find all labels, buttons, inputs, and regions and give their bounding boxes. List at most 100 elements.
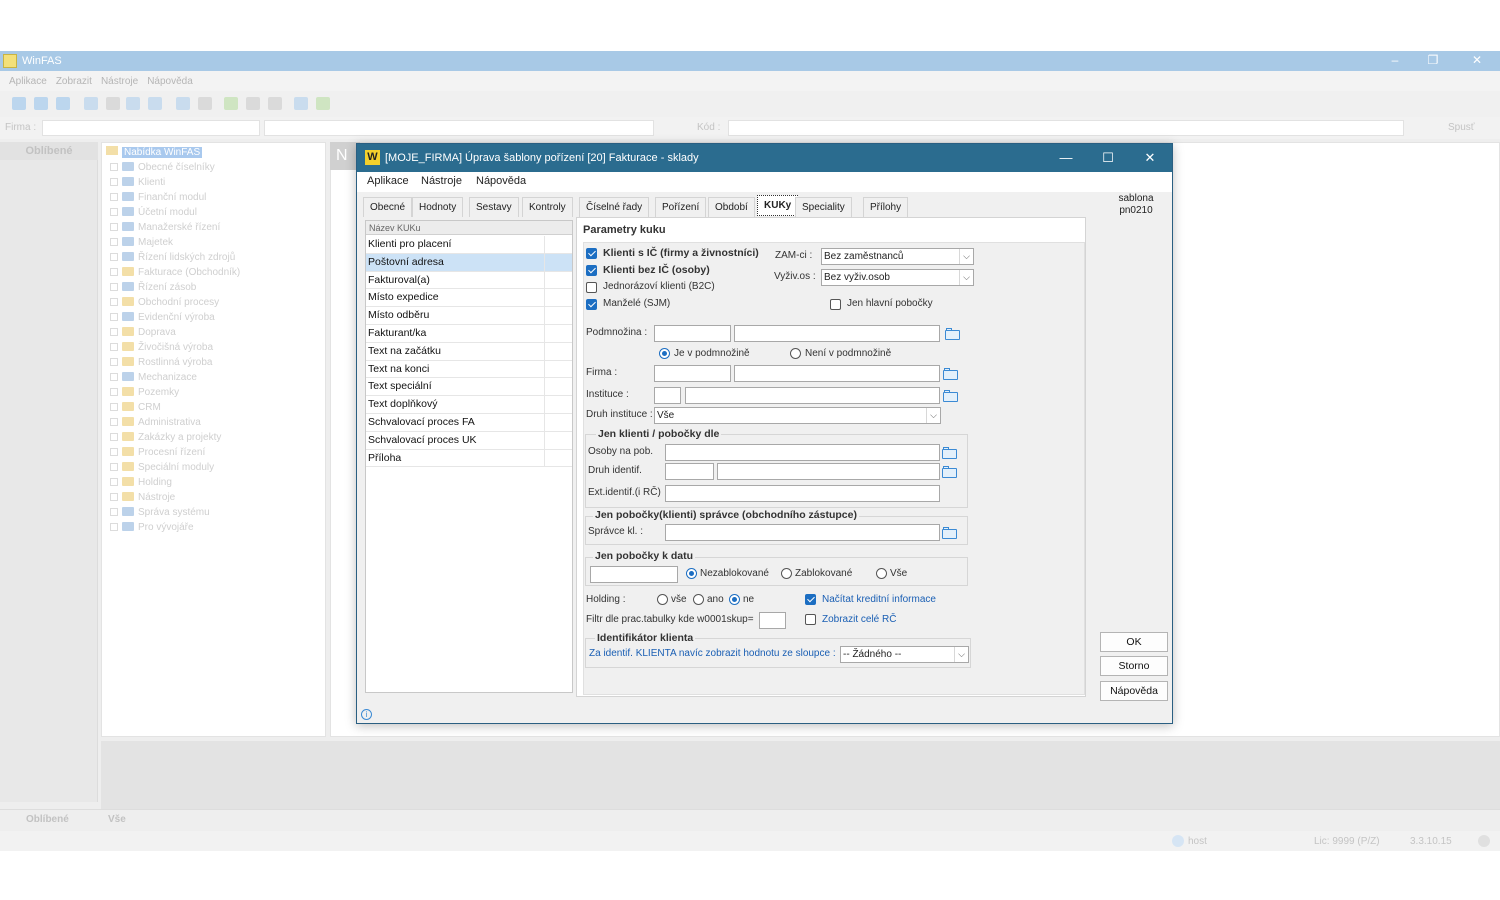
- firma-name-input[interactable]: [264, 120, 654, 136]
- tab-vse[interactable]: Vše: [108, 814, 126, 825]
- expand-icon[interactable]: [110, 463, 118, 471]
- tree-item[interactable]: Mechanizace: [110, 370, 197, 385]
- jednorazovi-checkbox[interactable]: [586, 282, 597, 293]
- run-button[interactable]: Spusť: [1448, 122, 1475, 133]
- expand-icon[interactable]: [110, 358, 118, 366]
- expand-icon[interactable]: [110, 403, 118, 411]
- dialog-menu-aplikace[interactable]: Aplikace: [367, 175, 409, 187]
- kreditni-checkbox[interactable]: [805, 594, 816, 605]
- identif-select[interactable]: -- Žádného -- ⌵: [840, 646, 969, 663]
- dialog-menu-napoveda[interactable]: Nápověda: [476, 175, 526, 187]
- minus-icon[interactable]: [246, 97, 260, 110]
- menu-zobrazit[interactable]: Zobrazit: [56, 76, 92, 87]
- tree-item[interactable]: Obecné číselníky: [110, 160, 215, 175]
- kuk-list-item[interactable]: Příloha: [366, 449, 572, 468]
- expand-icon[interactable]: [110, 448, 118, 456]
- dialog-menu-nastroje[interactable]: Nástroje: [421, 175, 462, 187]
- tree-root[interactable]: Nabídka WinFAS: [106, 145, 203, 160]
- menu-aplikace[interactable]: Aplikace: [9, 76, 47, 87]
- tree-item[interactable]: Zakázky a projekty: [110, 430, 221, 445]
- vyziv-select[interactable]: Bez vyživ.osob ⌵: [821, 269, 974, 286]
- expand-icon[interactable]: [110, 253, 118, 261]
- view-icon[interactable]: [12, 97, 26, 110]
- tab-hodnoty[interactable]: Hodnoty: [412, 197, 464, 217]
- window-icon[interactable]: [56, 97, 70, 110]
- klienti-ic-checkbox[interactable]: [586, 248, 597, 259]
- tree-item[interactable]: Administrativa: [110, 415, 201, 430]
- tree-item[interactable]: Rostlinná výroba: [110, 355, 212, 370]
- dialog-close-icon[interactable]: ✕: [1135, 150, 1165, 166]
- instituce-code-input[interactable]: [654, 387, 681, 404]
- upload-icon[interactable]: [148, 97, 162, 110]
- monitor-icon[interactable]: [294, 97, 308, 110]
- filtr-input[interactable]: [759, 612, 786, 629]
- firma-name-input[interactable]: [734, 365, 940, 382]
- hlavni-pobocky-checkbox[interactable]: [830, 299, 841, 310]
- tree-item[interactable]: Doprava: [110, 325, 176, 340]
- expand-icon[interactable]: [110, 493, 118, 501]
- instituce-name-input[interactable]: [685, 387, 940, 404]
- close-icon[interactable]: ✕: [1462, 53, 1492, 69]
- expand-icon[interactable]: [110, 373, 118, 381]
- holding-ne-radio[interactable]: [729, 594, 740, 605]
- holding-vse-radio[interactable]: [657, 594, 668, 605]
- nezablokovane-radio[interactable]: [686, 568, 697, 579]
- je-v-podmnozine-radio[interactable]: [659, 348, 670, 359]
- tree-item[interactable]: Obchodní procesy: [110, 295, 219, 310]
- tree-item[interactable]: Účetní modul: [110, 205, 197, 220]
- zablokovane-radio[interactable]: [781, 568, 792, 579]
- kuk-list-item[interactable]: Fakturoval(a): [366, 271, 572, 290]
- grid-icon[interactable]: [34, 97, 48, 110]
- expand-icon[interactable]: [110, 298, 118, 306]
- kuk-list-item[interactable]: Schvalovací proces FA: [366, 414, 572, 432]
- folder-open-icon[interactable]: [942, 446, 958, 459]
- tab-oblibene[interactable]: Oblíbené: [26, 814, 69, 825]
- druh-identif-code-input[interactable]: [665, 463, 714, 480]
- copy-icon[interactable]: [106, 97, 120, 110]
- expand-icon[interactable]: [110, 178, 118, 186]
- settings-icon[interactable]: [268, 97, 282, 110]
- tab-kuky[interactable]: KUKy: [757, 195, 799, 216]
- kuk-list-item[interactable]: Klienti pro placení: [366, 236, 572, 254]
- expand-icon[interactable]: [110, 433, 118, 441]
- zam-select[interactable]: Bez zaměstnanců ⌵: [821, 248, 974, 265]
- menu-napoveda[interactable]: Nápověda: [147, 76, 193, 87]
- kuk-list-item[interactable]: Text na konci: [366, 360, 572, 379]
- tree-item[interactable]: Manažerské řízení: [110, 220, 220, 235]
- folder-open-icon[interactable]: [943, 367, 959, 380]
- ext-identif-input[interactable]: [665, 485, 940, 502]
- folder-open-icon[interactable]: [945, 327, 961, 340]
- dialog-minimize-icon[interactable]: —: [1051, 150, 1081, 166]
- tree-item[interactable]: Řízení lidských zdrojů: [110, 250, 235, 265]
- tab-speciality[interactable]: Speciality: [795, 197, 852, 217]
- expand-icon[interactable]: [110, 268, 118, 276]
- minimize-icon[interactable]: –: [1380, 53, 1410, 69]
- expand-icon[interactable]: [110, 313, 118, 321]
- ok-button[interactable]: OK: [1100, 632, 1168, 652]
- tree-item[interactable]: Majetek: [110, 235, 173, 250]
- expand-icon[interactable]: [110, 193, 118, 201]
- tree-item[interactable]: Pozemky: [110, 385, 179, 400]
- kuk-list-item[interactable]: Místo odběru: [366, 307, 572, 325]
- kuk-list-item[interactable]: Text doplňkový: [366, 396, 572, 414]
- storno-button[interactable]: Storno: [1100, 656, 1168, 676]
- restore-icon[interactable]: ❐: [1418, 53, 1448, 69]
- tab-ciselne-rady[interactable]: Číselné řady: [579, 197, 650, 217]
- tab-sestavy[interactable]: Sestavy: [469, 197, 519, 217]
- napoveda-button[interactable]: Nápověda: [1100, 681, 1168, 701]
- kuk-list-item[interactable]: Text na začátku: [366, 342, 572, 361]
- tree-item[interactable]: Fakturace (Obchodník): [110, 265, 240, 280]
- expand-icon[interactable]: [110, 208, 118, 216]
- vse-radio[interactable]: [876, 568, 887, 579]
- sort-icon[interactable]: [176, 97, 190, 110]
- firma-input[interactable]: [42, 120, 260, 136]
- tab-prilohy[interactable]: Přílohy: [863, 197, 909, 217]
- expand-icon[interactable]: [110, 238, 118, 246]
- refresh-icon[interactable]: [126, 97, 140, 110]
- folder-open-icon[interactable]: [942, 526, 958, 539]
- tab-kontroly[interactable]: Kontroly: [522, 197, 573, 217]
- kuk-list-item[interactable]: Schvalovací proces UK: [366, 431, 572, 450]
- tree-item[interactable]: CRM: [110, 400, 161, 415]
- tree-item[interactable]: Procesní řízení: [110, 445, 205, 460]
- firma-code-input[interactable]: [654, 365, 731, 382]
